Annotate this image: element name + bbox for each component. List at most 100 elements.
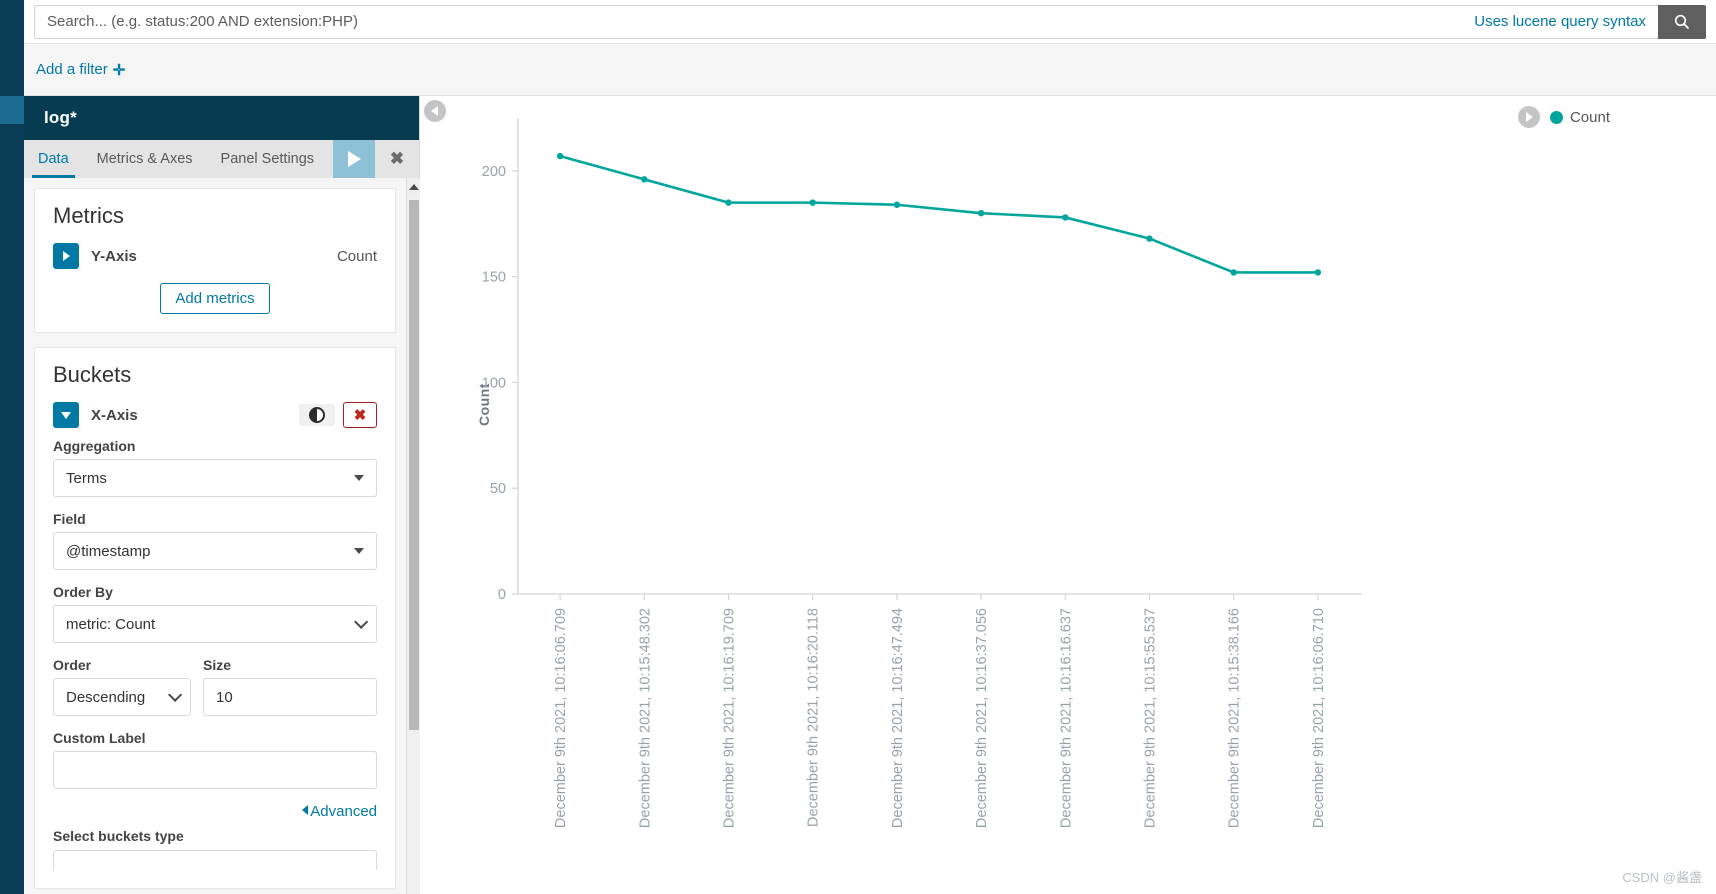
chevron-down-icon [61,411,71,419]
tab-panel-settings[interactable]: Panel Settings [207,140,329,178]
watermark: CSDN @酱盏 [1622,870,1702,885]
tab-metrics-axes[interactable]: Metrics & Axes [83,140,207,178]
svg-text:December 9th 2021, 10:15:55.53: December 9th 2021, 10:15:55.537 [1143,608,1159,828]
svg-text:200: 200 [482,164,506,180]
chevron-down-icon [354,614,369,629]
order-by-value: metric: Count [66,615,156,633]
advanced-toggle[interactable]: Advanced [53,803,377,820]
order-label: Order [53,657,92,673]
svg-text:December 9th 2021, 10:16:47.49: December 9th 2021, 10:16:47.494 [890,608,906,828]
panel-scrollbar[interactable] [406,178,420,894]
add-filter-label: Add a filter [36,61,108,78]
svg-text:December 9th 2021, 10:15:38.16: December 9th 2021, 10:15:38.166 [1227,608,1243,828]
apply-changes-button[interactable] [333,140,375,178]
left-nav-rail [0,0,24,894]
metrics-heading: Metrics [53,203,124,228]
y-axis-value: Count [336,247,377,265]
search-input[interactable] [35,5,1463,38]
order-by-select[interactable]: metric: Count [53,605,377,643]
toggle-switch-icon[interactable] [299,404,335,426]
add-metrics-button[interactable]: Add metrics [160,283,270,314]
order-size-row: Order Descending Size 10 [53,643,377,716]
aggregation-value: Terms [66,469,107,487]
visualization-editor-panel: log* Data Metrics & Axes Panel Settings … [24,96,420,894]
svg-text:December 9th 2021, 10:16:16.63: December 9th 2021, 10:16:16.637 [1058,608,1074,828]
remove-x-icon: ✖ [353,407,367,424]
chevron-right-icon [62,251,70,261]
order-by-label: Order By [53,584,113,600]
tab-data[interactable]: Data [24,140,83,178]
metrics-card: Metrics Y-Axis Count Add metrics [34,188,396,333]
svg-text:December 9th 2021, 10:16:06.70: December 9th 2021, 10:16:06.709 [553,608,569,828]
svg-text:100: 100 [482,375,506,391]
svg-text:150: 150 [482,270,506,286]
discard-changes-button[interactable]: ✖ [375,140,419,178]
svg-text:December 9th 2021, 10:16:06.71: December 9th 2021, 10:16:06.710 [1311,608,1327,828]
aggregation-select[interactable]: Terms [53,459,377,497]
tab-metrics-axes-label: Metrics & Axes [96,151,193,167]
toggle-knob [309,407,325,423]
x-axis-controls: ✖ [299,402,377,428]
field-label: Field [53,511,86,527]
visualization-chart-area: Count Count 0 50 100 150 200 December 9th 202… [420,96,1716,894]
y-axis-agg-row[interactable]: Y-Axis Count [53,243,377,269]
search-submit-button[interactable] [1658,4,1706,39]
editor-tab-actions: ✖ [333,140,419,178]
editor-panel-body: Metrics Y-Axis Count Add metrics Buckets [24,178,420,894]
svg-text:December 9th 2021, 10:16:37.05: December 9th 2021, 10:16:37.056 [974,608,990,828]
y-axis-label: Y-Axis [91,247,137,265]
search-icon [1674,14,1689,29]
size-label: Size [203,657,232,673]
add-filter-button[interactable]: Add a filter ✛ [36,61,125,79]
remove-x-axis-button[interactable]: ✖ [343,402,377,428]
svg-text:December 9th 2021, 10:15:48.30: December 9th 2021, 10:15:48.302 [637,608,653,828]
search-input-wrapper: Uses lucene query syntax [34,4,1659,39]
expand-y-axis-button[interactable] [53,243,79,269]
editor-content: Metrics Y-Axis Count Add metrics Buckets [24,178,406,894]
svg-text:0: 0 [498,587,506,603]
order-select[interactable]: Descending [53,678,191,716]
kibana-visualize-page: Uses lucene query syntax Add a filter ✛ … [0,0,1716,894]
size-value: 10 [216,688,233,706]
custom-label-input[interactable] [53,751,377,789]
chevron-down-icon [354,475,364,481]
scroll-up-button[interactable] [407,178,420,196]
chevron-down-icon [168,687,183,702]
left-nav-rail-active [0,96,24,124]
select-buckets-type-label: Select buckets type [53,828,184,844]
play-icon [347,151,361,167]
tab-panel-settings-label: Panel Settings [220,151,315,167]
svg-text:December 9th 2021, 10:16:20.11: December 9th 2021, 10:16:20.118 [806,608,822,827]
buckets-card: Buckets X-Axis ✖ Aggregation Terms Field… [34,347,396,889]
aggregation-label: Aggregation [53,438,136,454]
scrollbar-thumb[interactable] [409,200,419,730]
advanced-label: Advanced [310,803,377,820]
collapse-x-axis-button[interactable] [53,402,79,428]
custom-label-label: Custom Label [53,730,146,746]
field-select[interactable]: @timestamp [53,532,377,570]
svg-text:50: 50 [490,481,506,497]
x-axis-agg-row[interactable]: X-Axis ✖ [53,402,377,428]
index-pattern-title: log* [24,96,419,140]
filter-bar: Add a filter ✛ [24,44,1716,96]
field-value: @timestamp [66,542,151,560]
order-value: Descending [66,688,146,706]
tab-data-label: Data [38,151,69,167]
close-icon: ✖ [389,149,405,168]
select-buckets-type-input[interactable] [53,850,377,870]
buckets-heading: Buckets [53,362,132,387]
order-group: Order Descending [53,643,191,716]
search-bar: Uses lucene query syntax [24,0,1716,44]
add-metrics-wrapper: Add metrics [53,283,377,314]
caret-up-icon [408,184,419,190]
size-group: Size 10 [203,643,377,716]
chevron-left-icon [302,805,309,815]
chevron-down-icon [354,548,364,554]
plus-icon: ✛ [112,61,126,79]
size-input[interactable]: 10 [203,678,377,716]
svg-text:December 9th 2021, 10:16:19.70: December 9th 2021, 10:16:19.709 [722,608,738,828]
editor-tabs: Data Metrics & Axes Panel Settings ✖ [24,140,419,178]
lucene-syntax-hint: Uses lucene query syntax [1474,13,1646,30]
line-chart-svg: 0 50 100 150 200 December 9th 2021, 10:16:06.… [482,118,1362,828]
x-axis-label: X-Axis [91,406,138,424]
